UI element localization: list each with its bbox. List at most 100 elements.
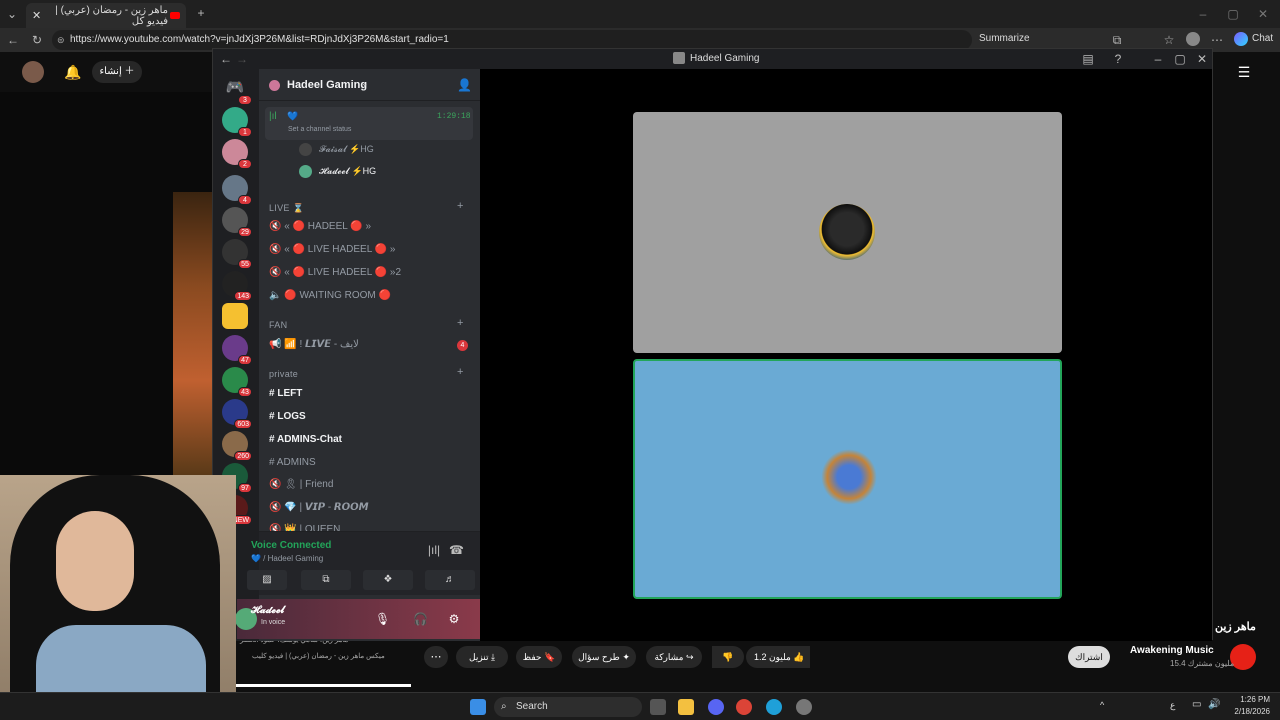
chat-button[interactable]: Chat bbox=[1252, 33, 1273, 44]
discord-home-icon[interactable]: 🎮 3 bbox=[222, 75, 252, 105]
file-explorer-icon[interactable] bbox=[678, 699, 694, 715]
dislike-button[interactable]: 👎 bbox=[712, 646, 744, 668]
camera-off-button[interactable]: ▨ bbox=[247, 570, 287, 590]
screen-share-button[interactable]: ⧉ bbox=[301, 570, 351, 590]
user-avatar[interactable] bbox=[22, 61, 44, 83]
voice-channel-active[interactable]: |ıl 💙 1:29:18 Set a channel status bbox=[265, 107, 473, 140]
participant-tile-speaking[interactable] bbox=[633, 359, 1062, 599]
browser-tab-youtube[interactable]: ✕ ماهر زين - رمضان (عربي) | فيديو كل bbox=[26, 3, 186, 28]
subscribe-button[interactable]: اشتراك bbox=[1068, 646, 1110, 668]
mix-title[interactable]: ميكس ماهر زين - رمضان (عربي) | فيديو كلي… bbox=[252, 652, 385, 660]
maximize-icon[interactable]: ▢ bbox=[1173, 51, 1187, 67]
server-icon[interactable]: 603 bbox=[222, 399, 252, 429]
tab-list-icon[interactable]: ⌄ bbox=[4, 6, 20, 22]
tab-close-icon[interactable]: ✕ bbox=[32, 9, 41, 22]
inbox-icon[interactable]: ▤ bbox=[1081, 51, 1095, 67]
server-header[interactable]: Hadeel Gaming ⌄ 👤 bbox=[259, 69, 480, 101]
server-icon[interactable] bbox=[222, 303, 248, 329]
discord-icon[interactable] bbox=[708, 699, 724, 715]
settings-gear-icon[interactable]: ⚙ bbox=[447, 611, 461, 627]
channel-name[interactable]: Awakening Music bbox=[1130, 645, 1214, 656]
participant-tile[interactable] bbox=[633, 112, 1062, 353]
forward-icon[interactable]: → bbox=[235, 51, 249, 67]
microphone-icon[interactable]: 🎙 bbox=[375, 611, 390, 627]
server-icon[interactable]: 2 bbox=[222, 139, 252, 169]
add-channel-icon[interactable]: + bbox=[457, 317, 463, 329]
category-fan[interactable]: FAN bbox=[269, 320, 287, 330]
app-icon[interactable] bbox=[796, 699, 812, 715]
volume-icon[interactable]: 🔊 bbox=[1208, 699, 1220, 710]
network-icon[interactable]: ▭ bbox=[1192, 699, 1201, 710]
voice-connected-label[interactable]: Voice Connected bbox=[251, 540, 331, 551]
help-icon[interactable]: ? bbox=[1111, 51, 1125, 67]
add-channel-icon[interactable]: + bbox=[457, 366, 463, 378]
stage-channel[interactable]: 📢 📶 ! 𝙇𝙄𝙑𝙀 - لايف bbox=[269, 339, 359, 350]
taskbar-search[interactable]: ⌕ Search bbox=[494, 697, 642, 717]
start-icon[interactable] bbox=[470, 699, 486, 715]
minimize-icon[interactable]: – bbox=[1151, 51, 1165, 67]
text-channel[interactable]: # ADMINS-Chat bbox=[269, 434, 342, 445]
voice-channel[interactable]: 🔇 « 🔴 LIVE HADEEL 🔴 »2 bbox=[269, 267, 401, 278]
soundboard-button[interactable]: ♬ bbox=[425, 570, 475, 590]
server-icon[interactable]: 260 bbox=[222, 431, 252, 461]
favorites-icon[interactable]: ☆ bbox=[1162, 32, 1176, 48]
clock-time[interactable]: 1:26 PM bbox=[1230, 695, 1270, 704]
save-button[interactable]: حفظ 🔖 bbox=[516, 646, 562, 668]
server-icon[interactable]: 1 bbox=[222, 107, 252, 137]
download-button[interactable]: تنزيل ⤓ bbox=[456, 646, 508, 668]
task-view-icon[interactable] bbox=[650, 699, 666, 715]
extensions-icon[interactable]: ⧉ bbox=[1110, 32, 1124, 48]
voice-channel[interactable]: 🔇 🎗 | Friend bbox=[269, 479, 333, 490]
refresh-icon[interactable]: ↻ bbox=[30, 32, 44, 48]
server-icon[interactable]: 55 bbox=[222, 239, 252, 269]
edge-icon[interactable] bbox=[766, 699, 782, 715]
noise-suppression-icon[interactable]: |ıl| bbox=[427, 542, 441, 558]
disconnect-icon[interactable]: ☎ bbox=[449, 542, 464, 558]
more-actions-button[interactable]: ⋯ bbox=[424, 646, 448, 668]
maximize-icon[interactable]: ▢ bbox=[1226, 6, 1240, 22]
server-icon[interactable]: 4 bbox=[222, 175, 252, 205]
server-icon[interactable]: 29 bbox=[222, 207, 252, 237]
add-channel-icon[interactable]: + bbox=[457, 200, 463, 212]
menu-icon[interactable]: ☰ bbox=[1236, 64, 1252, 80]
site-info-icon[interactable]: ⊜ bbox=[57, 30, 65, 50]
url-field[interactable]: ⊜ https://www.youtube.com/watch?v=jnJdXj… bbox=[52, 30, 972, 50]
close-icon[interactable]: ✕ bbox=[1195, 51, 1209, 67]
add-member-icon[interactable]: 👤 bbox=[457, 77, 472, 93]
minimize-icon[interactable]: – bbox=[1196, 6, 1210, 22]
back-icon[interactable]: ← bbox=[6, 32, 20, 48]
ask-button[interactable]: طرح سؤال ✦ bbox=[572, 646, 636, 668]
voice-server-label[interactable]: 💙 / Hadeel Gaming bbox=[251, 554, 323, 563]
create-button[interactable]: إنشاء ＋ bbox=[92, 61, 142, 83]
notifications-icon[interactable]: 🔔 bbox=[64, 64, 81, 80]
headphones-icon[interactable]: 🎧 bbox=[413, 611, 428, 627]
server-icon[interactable]: 143 bbox=[222, 271, 252, 301]
chrome-icon[interactable] bbox=[736, 699, 752, 715]
server-icon[interactable]: 47 bbox=[222, 335, 252, 365]
voice-channel[interactable]: 🔈 🔴 WAITING ROOM 🔴 bbox=[269, 290, 391, 301]
user-name[interactable]: 𝓗𝓪𝓭𝓮𝓮𝓵 bbox=[251, 605, 284, 616]
voice-channel[interactable]: 🔇 💎 | 𝙑𝙄𝙋 - 𝙍𝙊𝙊𝙈 bbox=[269, 502, 369, 513]
profile-avatar[interactable] bbox=[1186, 32, 1200, 46]
category-private[interactable]: private bbox=[269, 369, 298, 379]
summarize-button[interactable]: Summarize bbox=[979, 33, 1030, 44]
category-live[interactable]: LIVE ⌛ bbox=[269, 203, 304, 214]
tray-overflow-icon[interactable]: ^ bbox=[1100, 700, 1104, 710]
text-channel[interactable]: # LEFT bbox=[269, 388, 302, 399]
text-channel[interactable]: # ADMINS bbox=[269, 457, 316, 468]
more-menu-icon[interactable]: ⋯ bbox=[1210, 32, 1224, 48]
channel-status[interactable]: Set a channel status bbox=[288, 126, 351, 133]
voice-channel[interactable]: 🔇 « 🔴 LIVE HADEEL 🔴 » bbox=[269, 244, 395, 255]
like-button[interactable]: 1.2 مليون 👍 bbox=[746, 646, 810, 668]
activities-button[interactable]: ❖ bbox=[363, 570, 413, 590]
language-indicator[interactable]: ع bbox=[1170, 700, 1175, 711]
close-window-icon[interactable]: ✕ bbox=[1256, 6, 1270, 22]
back-icon[interactable]: ← bbox=[219, 51, 233, 67]
clock-date[interactable]: 2/18/2026 bbox=[1222, 707, 1270, 716]
new-tab-icon[interactable]: + bbox=[194, 5, 208, 21]
video-player[interactable] bbox=[0, 92, 212, 475]
voice-channel[interactable]: 🔇 « 🔴 HADEEL 🔴 » bbox=[269, 221, 371, 232]
text-channel[interactable]: # LOGS bbox=[269, 411, 306, 422]
copilot-icon[interactable] bbox=[1234, 32, 1248, 46]
share-button[interactable]: مشاركة ↪ bbox=[646, 646, 702, 668]
